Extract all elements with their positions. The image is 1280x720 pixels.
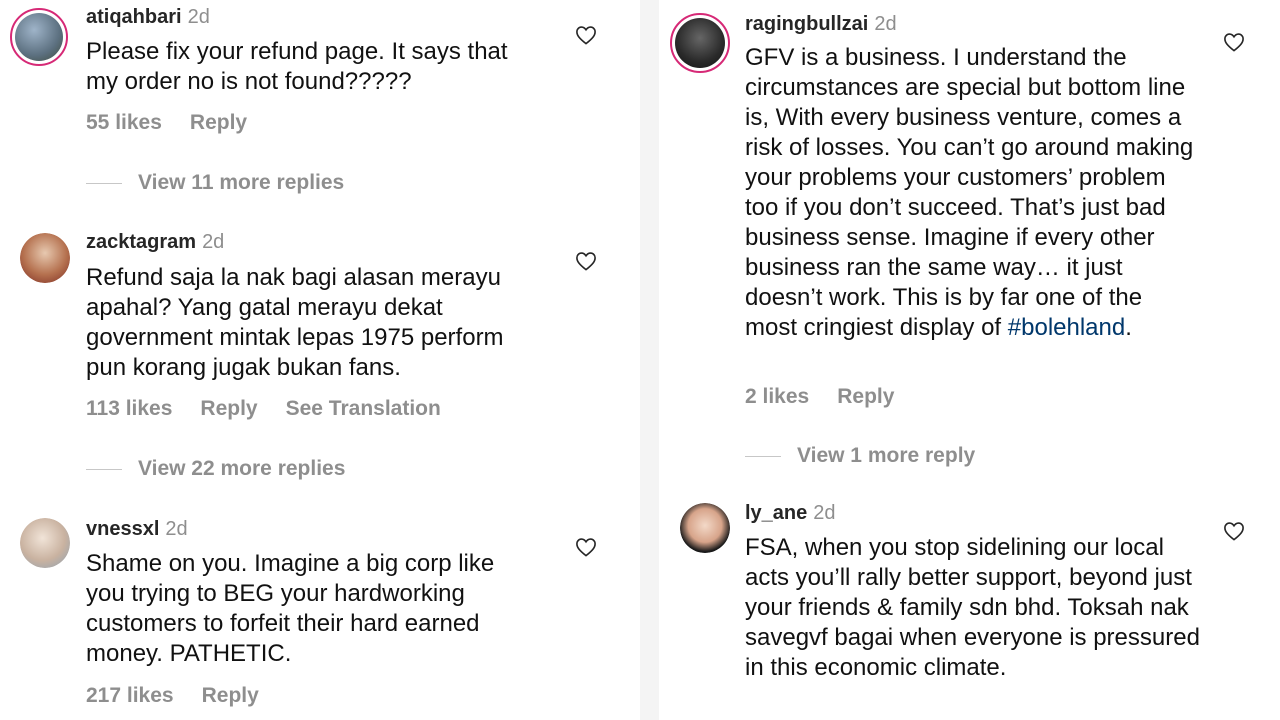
see-translation-button[interactable]: See Translation (286, 397, 441, 420)
comment-time: 2d (202, 231, 225, 253)
hashtag-link[interactable]: #bolehland (1008, 314, 1125, 341)
comment-item: ragingbullzai 2d GFV is a business. I und… (659, 0, 1280, 480)
right-screenshot-panel: ragingbullzai 2d GFV is a business. I und… (659, 0, 1280, 720)
comment-time: 2d (874, 13, 897, 35)
likes-count[interactable]: 55 likes (86, 111, 162, 134)
reply-button[interactable]: Reply (200, 397, 257, 420)
comment-item: ly_ane 2d FSA, when you stop sidelining o… (659, 495, 1280, 720)
heart-icon[interactable] (575, 251, 597, 271)
likes-count[interactable]: 2 likes (745, 385, 809, 408)
avatar[interactable] (10, 8, 68, 66)
comment-text: Please fix your refund page. It says tha… (86, 38, 508, 95)
comment-time: 2d (165, 518, 188, 540)
comment-time: 2d (187, 6, 210, 28)
panel-divider (640, 0, 659, 720)
reply-button[interactable]: Reply (837, 385, 894, 408)
view-more-replies[interactable]: View 1 more reply (745, 444, 975, 468)
comment-item: atiqahbari 2d Please fix your refund page… (0, 0, 640, 200)
comment-text: FSA, when you stop sidelining our local … (745, 534, 1200, 681)
heart-icon[interactable] (1223, 521, 1245, 541)
likes-count[interactable]: 113 likes (86, 397, 172, 420)
view-more-replies[interactable]: View 11 more replies (86, 171, 344, 195)
avatar[interactable] (20, 518, 70, 568)
comment-item: zacktagram 2d Refund saja la nak bagi ala… (0, 225, 640, 495)
divider-line (86, 182, 122, 185)
comment-username[interactable]: ly_ane 2d (745, 502, 836, 525)
likes-count[interactable]: 217 likes (86, 684, 174, 707)
avatar[interactable] (670, 13, 730, 73)
divider-line (86, 468, 122, 471)
comment-actions: 113 likes Reply See Translation (86, 397, 469, 421)
reply-button[interactable]: Reply (190, 111, 247, 134)
avatar[interactable] (20, 233, 70, 283)
comment-actions: 55 likes Reply (86, 111, 275, 135)
comment-actions: 2 likes Reply (745, 385, 922, 409)
comment-username[interactable]: atiqahbari 2d (86, 6, 210, 29)
heart-icon[interactable] (1223, 32, 1245, 52)
divider-line (745, 455, 781, 458)
comment-text: GFV is a business. I understand the circ… (745, 44, 1194, 341)
heart-icon[interactable] (575, 25, 597, 45)
comment-text: Shame on you. Imagine a big corp like yo… (86, 550, 495, 667)
left-screenshot-panel: atiqahbari 2d Please fix your refund page… (0, 0, 640, 720)
comment-actions: 217 likes Reply (86, 684, 287, 708)
comment-username[interactable]: vnessxl 2d (86, 518, 188, 541)
comment-username[interactable]: ragingbullzai 2d (745, 13, 897, 36)
comment-username[interactable]: zacktagram 2d (86, 231, 224, 254)
comment-time: 2d (813, 502, 836, 524)
avatar[interactable] (680, 503, 730, 553)
comment-text: Refund saja la nak bagi alasan merayu ap… (86, 264, 504, 381)
view-more-replies[interactable]: View 22 more replies (86, 457, 345, 481)
reply-button[interactable]: Reply (202, 684, 259, 707)
heart-icon[interactable] (575, 537, 597, 557)
comment-item: vnessxl 2d Shame on you. Imagine a big co… (0, 512, 640, 720)
